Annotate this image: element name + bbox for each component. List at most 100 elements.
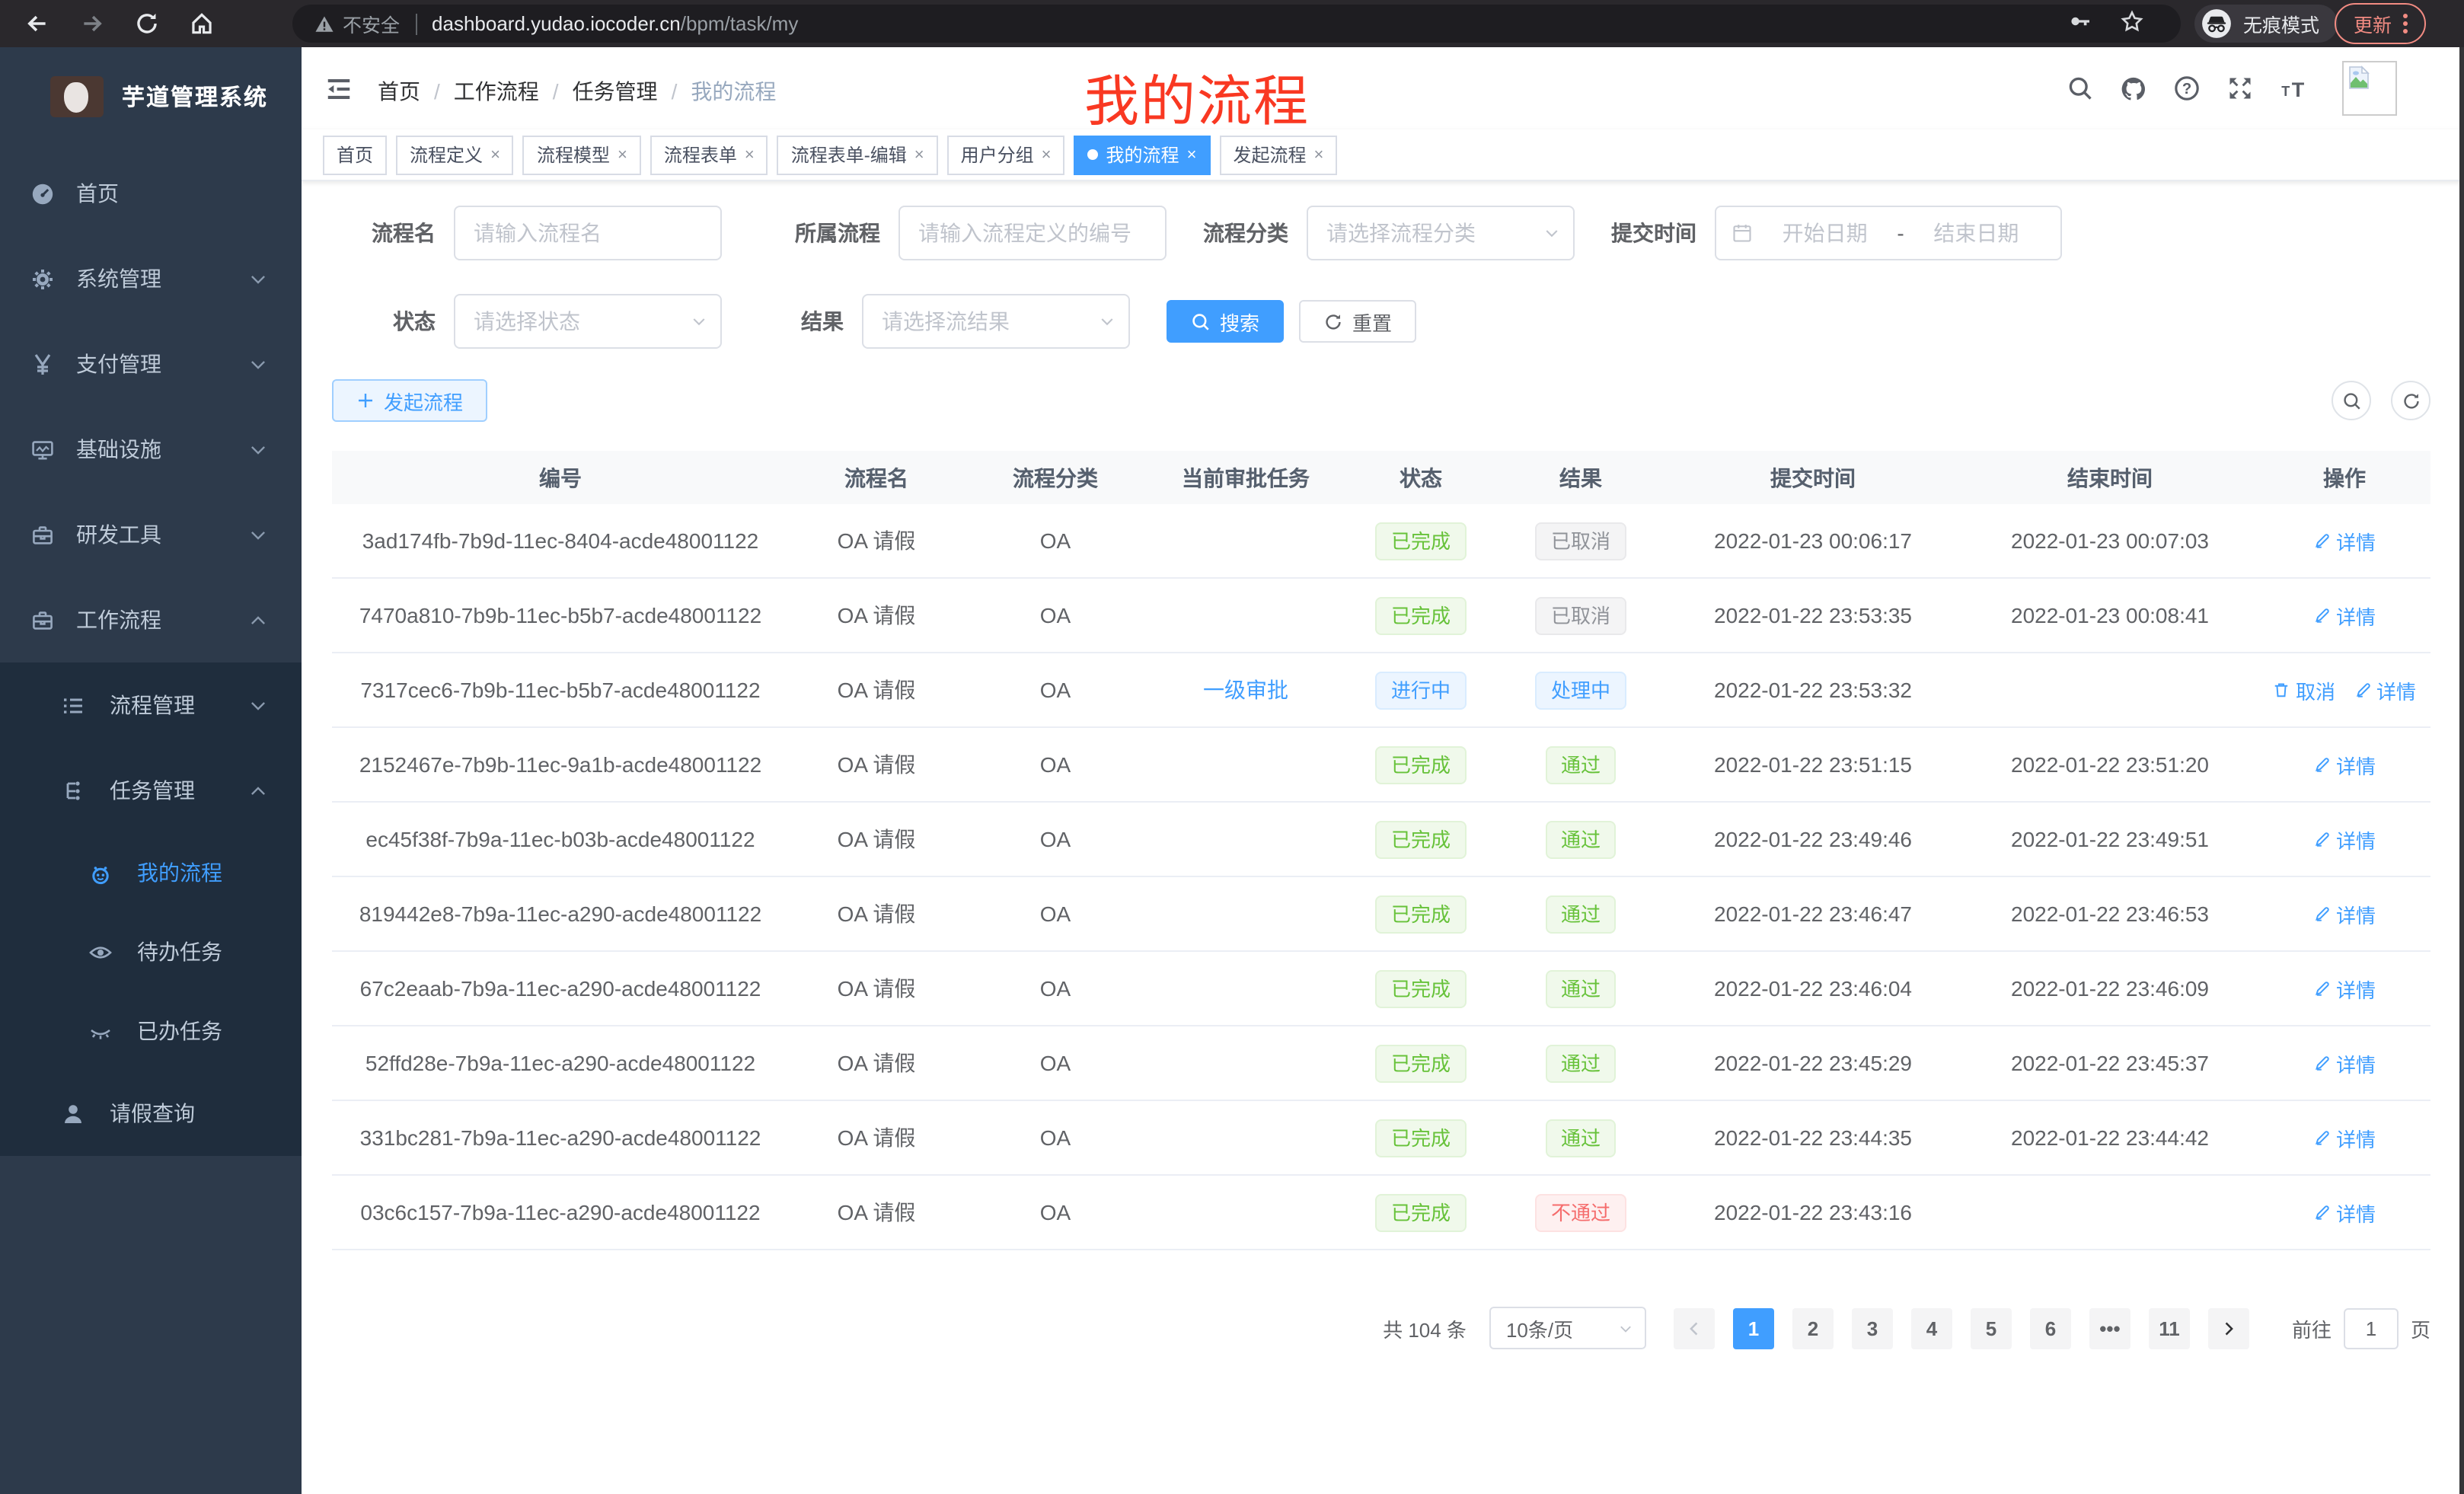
- sidebar-item-支付管理[interactable]: 支付管理: [0, 321, 302, 407]
- pagination-page-5[interactable]: 5: [1971, 1307, 2012, 1349]
- github-icon[interactable]: [2120, 75, 2147, 102]
- detail-link[interactable]: 详情: [2313, 1049, 2376, 1077]
- search-icon: [1191, 311, 1211, 331]
- incognito-badge[interactable]: 无痕模式: [2194, 5, 2338, 43]
- browser-update-button[interactable]: 更新: [2335, 3, 2426, 44]
- close-icon[interactable]: ×: [1042, 145, 1052, 164]
- tab-流程表单-编辑[interactable]: 流程表单-编辑×: [777, 135, 938, 174]
- sidebar-item-系统管理[interactable]: 系统管理: [0, 236, 302, 321]
- reset-button[interactable]: 重置: [1299, 300, 1416, 343]
- refresh-button[interactable]: [2391, 381, 2430, 420]
- sidebar-submenu: 流程管理任务管理我的流程待办任务已办任务请假查询: [0, 662, 302, 1156]
- pagination-page-4[interactable]: 4: [1911, 1307, 1952, 1349]
- detail-link[interactable]: 详情: [2313, 1198, 2376, 1227]
- start-process-button[interactable]: 发起流程: [332, 379, 487, 422]
- search-button[interactable]: 搜索: [1167, 300, 1284, 343]
- sidebar-item-首页[interactable]: 首页: [0, 151, 302, 236]
- help-icon[interactable]: ?: [2173, 75, 2201, 102]
- close-icon[interactable]: ×: [1313, 145, 1323, 164]
- detail-link[interactable]: 详情: [2313, 899, 2376, 928]
- submit-time-range-picker[interactable]: 开始日期 - 结束日期: [1715, 206, 2062, 260]
- pagination-page-1[interactable]: 1: [1733, 1307, 1774, 1349]
- app-title: 芋道管理系统: [122, 80, 268, 112]
- detail-link[interactable]: 详情: [2313, 750, 2376, 779]
- pagination-prev-button[interactable]: [1674, 1307, 1715, 1349]
- close-icon[interactable]: ×: [618, 145, 627, 164]
- search-icon[interactable]: [2067, 75, 2094, 102]
- pagination-ellipsis[interactable]: •••: [2089, 1307, 2130, 1349]
- category-select[interactable]: 请选择流程分类: [1307, 206, 1575, 260]
- current-task-link[interactable]: 一级审批: [1203, 678, 1288, 702]
- breadcrumb-item[interactable]: 工作流程: [454, 76, 539, 107]
- url-bar[interactable]: 不安全 dashboard.yudao.iocoder.cn/bpm/task/…: [292, 5, 2181, 43]
- table-row: 3ad174fb-7b9d-11ec-8404-acde48001122 OA …: [332, 504, 2430, 579]
- sidebar-item-请假查询[interactable]: 请假查询: [0, 1071, 302, 1156]
- browser-home-icon[interactable]: [183, 5, 219, 42]
- tab-label: 首页: [337, 142, 373, 168]
- detail-link[interactable]: 详情: [2313, 1123, 2376, 1152]
- detail-link[interactable]: 详情: [2313, 601, 2376, 630]
- bookmark-star-icon[interactable]: [2120, 9, 2144, 38]
- sidebar-toggle-icon[interactable]: [324, 75, 353, 111]
- detail-link[interactable]: 详情: [2313, 825, 2376, 854]
- calendar-icon: [1732, 222, 1753, 244]
- pagination-next-button[interactable]: [2208, 1307, 2249, 1349]
- sidebar-item-基础设施[interactable]: 基础设施: [0, 407, 302, 492]
- detail-link[interactable]: 详情: [2354, 675, 2416, 704]
- sidebar-item-任务管理[interactable]: 任务管理: [0, 748, 302, 833]
- chevron-down-icon: [690, 312, 708, 330]
- edit-pen-icon: [2313, 1054, 2332, 1072]
- detail-link[interactable]: 详情: [2313, 974, 2376, 1003]
- tab-流程定义[interactable]: 流程定义×: [396, 135, 514, 174]
- pagination-jump-input[interactable]: 1: [2344, 1307, 2399, 1349]
- pagination-page-3[interactable]: 3: [1852, 1307, 1893, 1349]
- tab-用户分组[interactable]: 用户分组×: [947, 135, 1065, 174]
- security-warning[interactable]: 不安全: [314, 9, 400, 38]
- browser-reload-icon[interactable]: [128, 5, 164, 42]
- avatar[interactable]: [2342, 61, 2397, 116]
- sidebar-item-待办任务[interactable]: 待办任务: [0, 912, 302, 991]
- sidebar-item-已办任务[interactable]: 已办任务: [0, 991, 302, 1071]
- result-badge: 通过: [1546, 820, 1616, 858]
- pagination-page-11[interactable]: 11: [2149, 1307, 2190, 1349]
- result-select[interactable]: 请选择流结果: [862, 294, 1130, 349]
- breadcrumb-item[interactable]: 任务管理: [573, 76, 658, 107]
- browser-back-icon[interactable]: [18, 5, 55, 42]
- edit-pen-icon: [2313, 905, 2332, 923]
- tab-首页[interactable]: 首页: [323, 135, 387, 174]
- process-definition-input[interactable]: 请输入流程定义的编号: [898, 206, 1167, 260]
- detail-link[interactable]: 详情: [2313, 526, 2376, 555]
- key-icon[interactable]: [2068, 9, 2092, 38]
- tab-流程模型[interactable]: 流程模型×: [523, 135, 641, 174]
- sidebar-item-流程管理[interactable]: 流程管理: [0, 662, 302, 748]
- table-row: 819442e8-7b9a-11ec-a290-acde48001122 OA …: [332, 877, 2430, 952]
- tab-流程表单[interactable]: 流程表单×: [650, 135, 768, 174]
- fullscreen-icon[interactable]: [2226, 75, 2254, 102]
- sidebar-item-我的流程[interactable]: 我的流程: [0, 833, 302, 912]
- row-process-name: OA 请假: [789, 749, 964, 780]
- tab-发起流程[interactable]: 发起流程×: [1219, 135, 1337, 174]
- chevron-down-icon: [1098, 312, 1116, 330]
- status-badge: 已完成: [1376, 969, 1466, 1007]
- tab-我的流程[interactable]: 我的流程×: [1074, 135, 1211, 174]
- row-category: OA: [964, 528, 1147, 553]
- sidebar-item-研发工具[interactable]: 研发工具: [0, 492, 302, 577]
- close-icon[interactable]: ×: [745, 145, 755, 164]
- sidebar-item-工作流程[interactable]: 工作流程: [0, 577, 302, 662]
- browser-forward-icon[interactable]: [73, 5, 110, 42]
- pagination-page-6[interactable]: 6: [2030, 1307, 2071, 1349]
- status-select[interactable]: 请选择状态: [454, 294, 722, 349]
- result-badge: 通过: [1546, 1044, 1616, 1082]
- font-size-icon[interactable]: TT: [2280, 75, 2307, 102]
- breadcrumb-item[interactable]: 首页: [378, 76, 420, 107]
- browser-menu-icon[interactable]: [2402, 14, 2407, 34]
- close-icon[interactable]: ×: [490, 145, 500, 164]
- close-icon[interactable]: ×: [914, 145, 924, 164]
- pagination-page-2[interactable]: 2: [1792, 1307, 1834, 1349]
- page-size-select[interactable]: 10条/页: [1489, 1307, 1646, 1349]
- toggle-search-button[interactable]: [2332, 381, 2371, 420]
- close-icon[interactable]: ×: [1187, 145, 1197, 164]
- app-logo[interactable]: 芋道管理系统: [0, 47, 302, 145]
- process-name-input[interactable]: 请输入流程名: [454, 206, 722, 260]
- cancel-link[interactable]: 取消: [2273, 675, 2335, 704]
